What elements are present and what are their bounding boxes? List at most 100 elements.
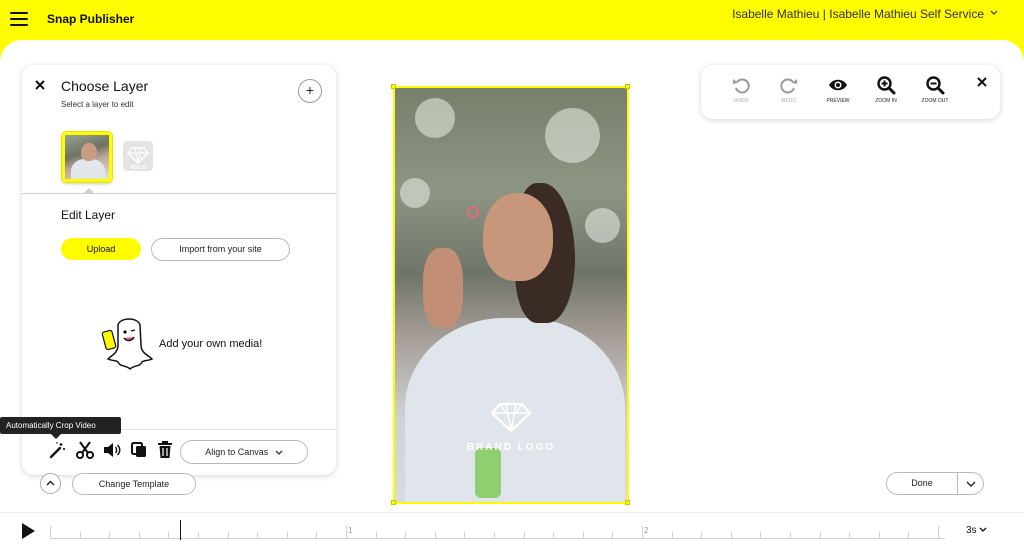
brand-logo-text: BRAND LOGO xyxy=(466,442,556,453)
done-options-button[interactable] xyxy=(958,473,984,494)
divider xyxy=(22,193,336,194)
redo-button[interactable]: REDO xyxy=(766,75,812,104)
done-button[interactable]: Done xyxy=(887,473,957,494)
close-icon[interactable] xyxy=(976,76,988,88)
diamond-icon xyxy=(490,402,532,433)
timeline-tick xyxy=(228,532,229,538)
align-to-canvas-dropdown[interactable]: Align to Canvas xyxy=(180,440,308,464)
timeline-tick xyxy=(257,532,258,538)
import-from-site-button[interactable]: Import from your site xyxy=(151,238,290,261)
scissors-icon[interactable] xyxy=(75,440,95,460)
timeline-tick xyxy=(198,532,199,538)
timeline-tick xyxy=(731,532,732,538)
resize-handle[interactable] xyxy=(625,84,630,89)
timeline-tick xyxy=(938,526,939,538)
timeline-tick xyxy=(80,532,81,538)
zoom-in-button[interactable]: ZOOM IN xyxy=(863,75,909,104)
eye-icon xyxy=(829,79,847,91)
redo-icon xyxy=(780,78,797,94)
edit-layer-title: Edit Layer xyxy=(61,208,116,222)
timeline-tick xyxy=(287,532,288,538)
zoom-in-icon xyxy=(877,76,896,95)
menu-icon[interactable] xyxy=(10,12,28,26)
add-media-prompt: Add your own media! xyxy=(159,338,263,350)
layer-thumbnail-video[interactable] xyxy=(62,132,112,182)
timeline-tick xyxy=(672,532,673,538)
upload-button[interactable]: Upload xyxy=(61,238,141,260)
resize-handle[interactable] xyxy=(391,84,396,89)
play-icon[interactable] xyxy=(20,522,36,540)
duplicate-icon[interactable] xyxy=(129,440,149,460)
timeline-ruler xyxy=(50,538,945,539)
timeline-tick xyxy=(494,532,495,538)
timeline-tick xyxy=(612,532,613,538)
timeline-tick xyxy=(405,532,406,538)
logo-thumb-text: NO LO xyxy=(130,165,146,171)
resize-handle[interactable] xyxy=(391,500,396,505)
timeline-tick xyxy=(820,532,821,538)
preview-label: PREVIEW xyxy=(826,98,850,104)
undo-button[interactable]: UNDO xyxy=(718,75,764,104)
timeline-mark: 2 xyxy=(644,526,649,535)
chevron-up-icon xyxy=(46,480,55,486)
timeline-tick xyxy=(168,532,169,538)
account-name: Isabelle Mathieu | Isabelle Mathieu Self… xyxy=(732,7,984,21)
undo-label: UNDO xyxy=(733,98,749,104)
change-template-button[interactable]: Change Template xyxy=(72,473,196,495)
timeline-tick xyxy=(524,532,525,538)
chevron-down-icon xyxy=(979,527,987,533)
redo-label: REDO xyxy=(781,98,797,104)
tooltip: Automatically Crop Video xyxy=(0,417,121,434)
timeline-tick xyxy=(701,532,702,538)
timeline-tick xyxy=(849,532,850,538)
top-bar: Snap Publisher Isabelle Mathieu | Isabel… xyxy=(0,0,1024,40)
resize-handle[interactable] xyxy=(625,500,630,505)
timeline-tick xyxy=(879,532,880,538)
preview-button[interactable]: PREVIEW xyxy=(815,75,861,104)
timeline-tick xyxy=(376,532,377,538)
timeline-tick xyxy=(553,532,554,538)
timeline-tick xyxy=(908,532,909,538)
timeline[interactable]: 1 2 3s xyxy=(0,512,1024,548)
close-icon[interactable] xyxy=(34,79,46,91)
editor-toolbar: UNDO REDO PREVIEW ZOOM IN ZOOM OUT xyxy=(701,65,1000,119)
duration-value: 3s xyxy=(966,525,977,536)
timeline-tick xyxy=(760,532,761,538)
timeline-tick xyxy=(139,532,140,538)
collapse-panel-button[interactable] xyxy=(40,473,61,494)
zoom-out-label: ZOOM OUT xyxy=(921,98,949,104)
add-layer-button[interactable]: + xyxy=(298,79,322,103)
timeline-tick xyxy=(583,532,584,538)
duration-dropdown[interactable]: 3s xyxy=(966,525,987,536)
volume-icon[interactable] xyxy=(102,440,122,460)
brand-logo: BRAND LOGO xyxy=(395,401,627,453)
timeline-tick xyxy=(316,532,317,538)
timeline-tick xyxy=(790,532,791,538)
timeline-tick xyxy=(435,532,436,538)
timeline-tick xyxy=(109,532,110,538)
align-label: Align to Canvas xyxy=(205,447,269,457)
chevron-down-icon xyxy=(990,10,998,15)
playhead[interactable] xyxy=(180,520,181,540)
undo-icon xyxy=(733,78,750,94)
timeline-mark: 1 xyxy=(348,526,353,535)
layer-panel: Choose Layer Select a layer to edit + NO… xyxy=(22,65,336,475)
app-title: Snap Publisher xyxy=(47,12,135,26)
magic-wand-icon[interactable] xyxy=(47,440,67,460)
choose-layer-subtitle: Select a layer to edit xyxy=(61,100,134,109)
story-canvas[interactable]: BRAND LOGO xyxy=(393,86,629,504)
timeline-tick xyxy=(642,526,643,538)
layer-thumbnail-logo[interactable]: NO LO xyxy=(123,141,153,171)
zoom-out-icon xyxy=(926,76,945,95)
ghost-icon xyxy=(101,318,154,371)
trash-icon[interactable] xyxy=(155,440,175,460)
chevron-down-icon xyxy=(966,481,976,487)
timeline-tick xyxy=(50,526,51,538)
zoom-in-label: ZOOM IN xyxy=(875,98,897,104)
choose-layer-title: Choose Layer xyxy=(61,78,149,94)
zoom-out-button[interactable]: ZOOM OUT xyxy=(912,75,958,104)
done-split-button: Done xyxy=(886,472,984,495)
tooltip-arrow xyxy=(51,434,61,439)
chevron-down-icon xyxy=(275,450,283,455)
timeline-tick xyxy=(464,532,465,538)
